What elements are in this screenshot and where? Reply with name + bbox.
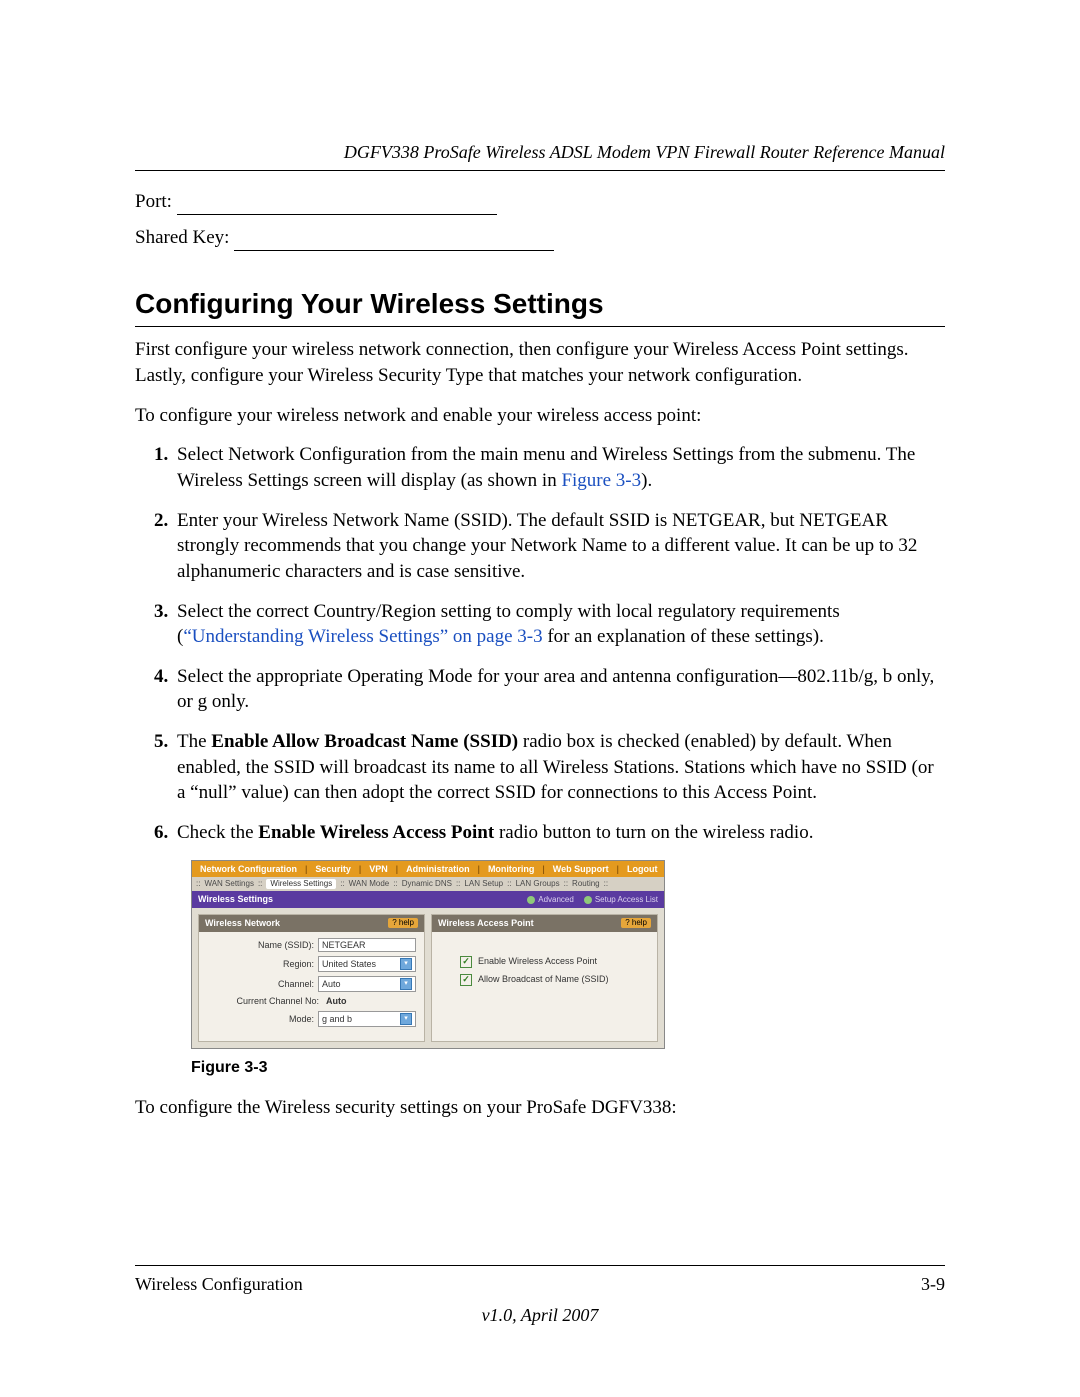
region-select[interactable]: United States▾ xyxy=(318,956,416,972)
footer-rule xyxy=(135,1265,945,1266)
running-header: DGFV338 ProSafe Wireless ADSL Modem VPN … xyxy=(135,140,945,164)
panel-wireless-network: Wireless Network ? help Name (SSID): NET… xyxy=(198,914,425,1042)
menu-vpn[interactable]: VPN xyxy=(365,863,392,876)
ss-title: Wireless Settings xyxy=(198,894,273,905)
port-label: Port: xyxy=(135,189,177,215)
step-5-bold: Enable Allow Broadcast Name (SSID) xyxy=(211,731,518,752)
sub-dynamic-dns[interactable]: Dynamic DNS xyxy=(402,879,452,889)
sub-wan-settings[interactable]: WAN Settings xyxy=(204,879,254,889)
sharedkey-label: Shared Key: xyxy=(135,225,234,251)
channel-select[interactable]: Auto▾ xyxy=(318,976,416,992)
broadcast-ssid-checkbox[interactable]: ✓ Allow Broadcast of Name (SSID) xyxy=(440,974,649,986)
link-setup-access-list[interactable]: Setup Access List xyxy=(584,895,658,905)
chevron-down-icon: ▾ xyxy=(400,958,412,970)
port-line: Port: xyxy=(135,189,945,215)
mode-label: Mode: xyxy=(207,1014,314,1025)
curchan-label: Current Channel No: xyxy=(207,996,319,1007)
chevron-down-icon: ▾ xyxy=(400,978,412,990)
understanding-settings-link[interactable]: “Understanding Wireless Settings” on pag… xyxy=(183,626,542,647)
step-1-text-a: Select Network Configuration from the ma… xyxy=(177,444,915,491)
panel-left-title: Wireless Network xyxy=(205,918,280,929)
step-4: Select the appropriate Operating Mode fo… xyxy=(173,664,945,715)
page: DGFV338 ProSafe Wireless ADSL Modem VPN … xyxy=(0,0,1080,1397)
wireless-settings-screenshot: Network Configuration| Security| VPN| Ad… xyxy=(191,860,665,1050)
step-6-text-b: radio button to turn on the wireless rad… xyxy=(494,822,813,843)
ss-title-bar: Wireless Settings Advanced Setup Access … xyxy=(192,891,664,908)
port-blank[interactable] xyxy=(177,195,497,215)
step-1-text-b: ). xyxy=(641,470,652,491)
sub-lan-setup[interactable]: LAN Setup xyxy=(464,879,503,889)
step-5-text-a: The xyxy=(177,731,211,752)
region-label: Region: xyxy=(207,959,314,970)
ss-top-menu: Network Configuration| Security| VPN| Ad… xyxy=(192,861,664,878)
sub-wan-mode[interactable]: WAN Mode xyxy=(349,879,390,889)
header-rule xyxy=(135,170,945,171)
sub-lan-groups[interactable]: LAN Groups xyxy=(516,879,560,889)
enable-ap-label: Enable Wireless Access Point xyxy=(478,956,597,967)
checkbox-icon: ✓ xyxy=(460,956,472,968)
step-5: The Enable Allow Broadcast Name (SSID) r… xyxy=(173,729,945,806)
panel-left-help[interactable]: ? help xyxy=(388,918,418,928)
ss-sub-menu: :: WAN Settings:: Wireless Settings:: WA… xyxy=(192,877,664,891)
step-6-text-a: Check the xyxy=(177,822,258,843)
footer-page-number: 3-9 xyxy=(921,1272,945,1296)
chevron-down-icon: ▾ xyxy=(400,1013,412,1025)
checkbox-icon: ✓ xyxy=(460,974,472,986)
sharedkey-line: Shared Key: xyxy=(135,225,945,251)
sub-routing[interactable]: Routing xyxy=(572,879,600,889)
step-6: Check the Enable Wireless Access Point r… xyxy=(173,820,945,846)
sub-wireless-settings[interactable]: Wireless Settings xyxy=(266,879,336,889)
steps-list: Select Network Configuration from the ma… xyxy=(135,442,945,845)
figure-caption: Figure 3-3 xyxy=(191,1057,945,1079)
step-3: Select the correct Country/Region settin… xyxy=(173,599,945,650)
mode-select[interactable]: g and b▾ xyxy=(318,1011,416,1027)
sharedkey-blank[interactable] xyxy=(234,231,554,251)
link-advanced[interactable]: Advanced xyxy=(527,895,574,905)
menu-web-support[interactable]: Web Support xyxy=(549,863,613,876)
panel-right-title: Wireless Access Point xyxy=(438,918,534,929)
panel-wireless-ap: Wireless Access Point ? help ✓ Enable Wi… xyxy=(431,914,658,1042)
menu-network-config[interactable]: Network Configuration xyxy=(196,863,301,876)
intro-paragraph-2: To configure your wireless network and e… xyxy=(135,403,945,429)
ssid-input[interactable]: NETGEAR xyxy=(318,938,416,953)
menu-administration[interactable]: Administration xyxy=(402,863,474,876)
footer-left: Wireless Configuration xyxy=(135,1272,303,1296)
step-2: Enter your Wireless Network Name (SSID).… xyxy=(173,508,945,585)
curchan-value: Auto xyxy=(323,996,416,1007)
ss-body: Wireless Network ? help Name (SSID): NET… xyxy=(192,908,664,1048)
page-footer: Wireless Configuration 3-9 v1.0, April 2… xyxy=(135,1261,945,1327)
menu-security[interactable]: Security xyxy=(311,863,355,876)
enable-ap-checkbox[interactable]: ✓ Enable Wireless Access Point xyxy=(440,956,649,968)
figure-link[interactable]: Figure 3-3 xyxy=(561,470,641,491)
step-3-text-b: for an explanation of these settings). xyxy=(543,626,824,647)
section-rule xyxy=(135,326,945,327)
broadcast-ssid-label: Allow Broadcast of Name (SSID) xyxy=(478,974,609,985)
footer-version: v1.0, April 2007 xyxy=(135,1303,945,1327)
channel-label: Channel: xyxy=(207,979,314,990)
panel-right-help[interactable]: ? help xyxy=(621,918,651,928)
step-1: Select Network Configuration from the ma… xyxy=(173,442,945,493)
outro-paragraph: To configure the Wireless security setti… xyxy=(135,1095,945,1121)
step-6-bold: Enable Wireless Access Point xyxy=(258,822,494,843)
intro-paragraph-1: First configure your wireless network co… xyxy=(135,337,945,388)
menu-logout[interactable]: Logout xyxy=(623,863,662,876)
menu-monitoring[interactable]: Monitoring xyxy=(484,863,539,876)
section-heading: Configuring Your Wireless Settings xyxy=(135,285,945,323)
ssid-label: Name (SSID): xyxy=(207,940,314,951)
